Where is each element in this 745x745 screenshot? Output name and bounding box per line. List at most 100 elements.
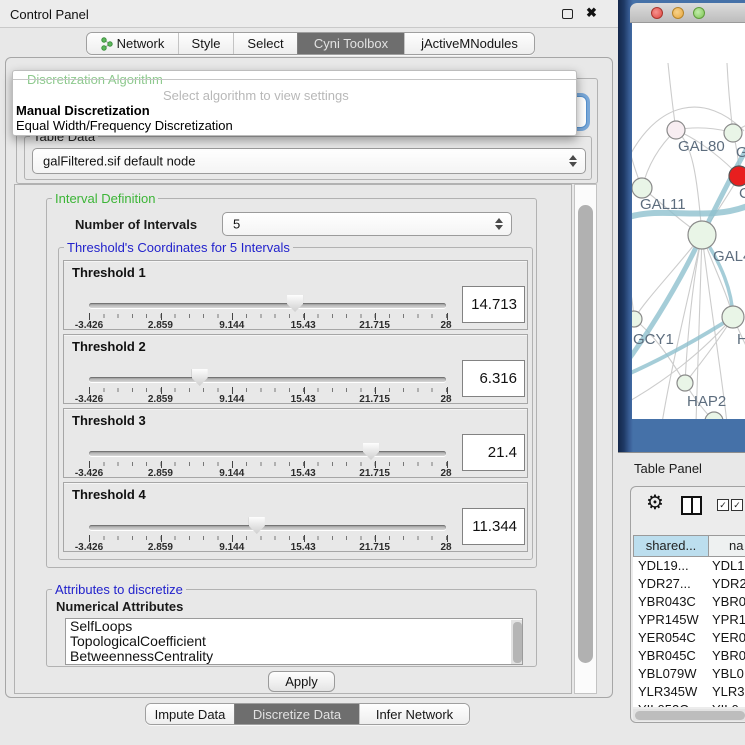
tab-impute-data[interactable]: Impute Data (146, 704, 234, 724)
tick-label: 2.859 (148, 542, 173, 553)
slider-track[interactable] (89, 377, 446, 382)
tick-label: 21.715 (359, 394, 390, 405)
tab-cyni-toolbox[interactable]: Cyni Toolbox (297, 33, 404, 54)
slider-track[interactable] (89, 525, 446, 530)
table-row[interactable]: YDR27...YDR2 (633, 575, 745, 593)
table-row[interactable]: YDL19...YDL1 (633, 557, 745, 575)
apply-button[interactable]: Apply (268, 671, 335, 692)
tab-label: Select (247, 36, 283, 51)
node-gal11 (632, 178, 652, 198)
tick-label: -3.426 (75, 320, 103, 331)
column-header-name[interactable]: na (709, 536, 745, 556)
major-tick (304, 313, 305, 320)
table-row[interactable]: YBL079WYBL0 (633, 665, 745, 683)
table-cell: YBL079W (633, 665, 708, 683)
tab-select[interactable]: Select (233, 33, 297, 54)
tab-network[interactable]: Network (87, 33, 178, 54)
threshold-value-field[interactable]: 11.344 (462, 508, 525, 545)
bottom-tabs: Impute Data Discretize Data Infer Networ… (145, 703, 470, 725)
node-label-gcy1: GCY1 (633, 331, 674, 348)
attribute-list-item[interactable]: BetweennessCentrality (66, 649, 522, 664)
number-of-intervals-combobox[interactable]: 5 (222, 212, 512, 236)
threshold-4-slider[interactable] (89, 517, 446, 537)
threshold-1-slider[interactable] (89, 295, 446, 315)
attributes-group-label: Attributes to discretize (52, 582, 186, 597)
list-scrollbar[interactable] (511, 620, 523, 665)
column-header-shared[interactable]: shared... (634, 536, 709, 556)
table-row[interactable]: YER054CYER0 (633, 629, 745, 647)
gear-icon[interactable]: ⚙ (646, 493, 664, 513)
table-row[interactable]: YBR043CYBR0 (633, 593, 745, 611)
scrollbar-thumb[interactable] (513, 622, 522, 663)
node-label-hap2: HAP2 (687, 393, 726, 410)
zoom-traffic-light-icon[interactable] (693, 7, 705, 19)
major-tick (447, 461, 448, 468)
major-tick (161, 387, 162, 394)
threshold-3-slider[interactable] (89, 443, 446, 463)
popup-item-equal-width-frequency[interactable]: Equal Width/Frequency Discretization (16, 118, 233, 133)
app-window: Control Panel ✖ Network Style Select Cyn… (0, 0, 745, 745)
slider-thumb[interactable] (363, 443, 379, 460)
major-tick (89, 535, 90, 542)
table-panel: ⚙ ✓ ✓ shared... na YDL19...YDL1YDR27...Y… (630, 486, 745, 723)
slider-thumb[interactable] (192, 369, 208, 386)
algorithm-hint-text: Select algorithm to view settings (163, 88, 349, 103)
table-cell: YDL19... (633, 557, 708, 575)
slider-tick-labels: -3.4262.8599.14415.4321.71528 (89, 542, 446, 553)
tick-label: 2.859 (148, 468, 173, 479)
minimize-traffic-light-icon[interactable] (672, 7, 684, 19)
columns-icon[interactable] (681, 496, 702, 515)
table-row[interactable]: YIL052CYIL0 (633, 701, 745, 707)
close-icon[interactable]: ✖ (586, 5, 597, 21)
node-label-ga: GA (736, 144, 745, 161)
slider-thumb[interactable] (287, 295, 303, 312)
table-panel-title: Table Panel (634, 461, 702, 476)
table-cell: YIL052C (633, 701, 708, 707)
tab-label: Impute Data (155, 707, 226, 722)
close-traffic-light-icon[interactable] (651, 7, 663, 19)
tick-label: 21.715 (359, 468, 390, 479)
threshold-2-slider[interactable] (89, 369, 446, 389)
table-cell: YPR145W (633, 611, 708, 629)
horizontal-scrollbar[interactable] (633, 709, 745, 721)
vertical-scrollbar[interactable] (574, 184, 597, 694)
network-canvas[interactable]: GAL80 GA C GAL11 GAL4 GCY1 H HAP2 (632, 23, 745, 419)
node-label-gal11: GAL11 (640, 196, 686, 213)
slider-track[interactable] (89, 303, 446, 308)
tick-label: 21.715 (359, 542, 390, 553)
tab-label: Network (117, 36, 165, 51)
numerical-attributes-list[interactable]: SelfLoopsTopologicalCoefficientBetweenne… (65, 618, 523, 665)
scrollbar-thumb[interactable] (578, 205, 593, 663)
groupbox-border-line (13, 79, 576, 80)
tick-label: 28 (440, 468, 451, 479)
threshold-value-field[interactable]: 14.713 (462, 286, 525, 323)
table-cell: YER0 (708, 629, 745, 647)
control-panel-tabs: Network Style Select Cyni Toolbox jActiv… (86, 32, 535, 55)
table-row[interactable]: YPR145WYPR1 (633, 611, 745, 629)
slider-track[interactable] (89, 451, 446, 456)
table-cell: YPR1 (708, 611, 745, 629)
checked-checkbox-icon[interactable]: ✓ (717, 499, 729, 511)
float-window-icon[interactable] (562, 9, 573, 19)
table-row[interactable]: YLR345WYLR3 (633, 683, 745, 701)
threshold-value-field[interactable]: 21.4 (462, 434, 525, 471)
popup-item-manual-discretization[interactable]: Manual Discretization (16, 103, 150, 118)
threshold-value-field[interactable]: 6.316 (462, 360, 525, 397)
table-cell: YBR043C (633, 593, 708, 611)
attribute-list-item[interactable]: TopologicalCoefficient (66, 634, 522, 649)
tab-jactivemnodules[interactable]: jActiveMNodules (404, 33, 534, 54)
checked-checkbox-icon[interactable]: ✓ (731, 499, 743, 511)
table-row[interactable]: YBR045CYBR0 (633, 647, 745, 665)
network-window-titlebar[interactable] (630, 3, 745, 23)
table-data-combobox[interactable]: galFiltered.sif default node (32, 148, 586, 174)
number-of-intervals-label: Number of Intervals (75, 217, 197, 232)
tab-discretize-data[interactable]: Discretize Data (234, 704, 359, 724)
network-graph[interactable]: GAL80 GA C GAL11 GAL4 GCY1 H HAP2 (632, 23, 745, 419)
node-bottom-partial (705, 412, 723, 419)
tab-infer-network[interactable]: Infer Network (359, 704, 469, 724)
tab-style[interactable]: Style (178, 33, 233, 54)
scrollbar-thumb[interactable] (635, 711, 745, 720)
slider-thumb[interactable] (249, 517, 265, 534)
slider-tick-labels: -3.4262.8599.14415.4321.71528 (89, 320, 446, 331)
attribute-list-item[interactable]: SelfLoops (66, 619, 522, 634)
